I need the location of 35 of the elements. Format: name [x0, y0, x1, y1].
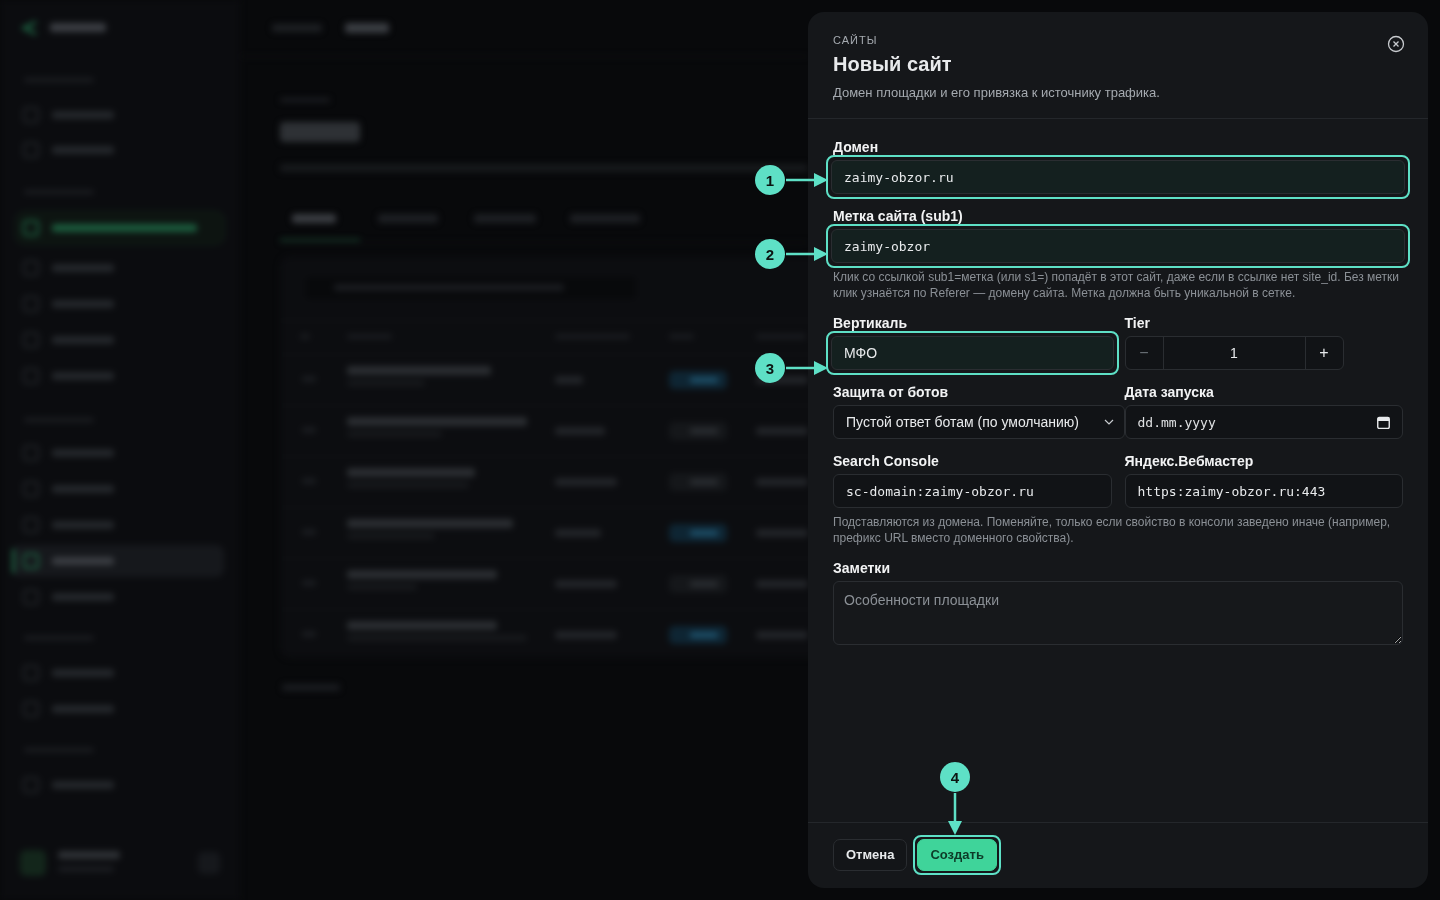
field-label: Защита от ботов [833, 384, 949, 400]
create-button[interactable]: Создать [917, 838, 997, 871]
dialog-title: Новый сайт [833, 53, 952, 76]
hint-text: Подставляются из домена. Поменяйте, только если свойство в консоли заведено иначе (например, префикс URL вместо доменного свойства). [833, 514, 1392, 546]
dropdown-value: Пустой ответ ботам (по умолчанию) [846, 414, 1080, 430]
field-label: Заметки [833, 560, 890, 576]
callout-number: 1 [755, 165, 785, 195]
stepper-value: 1 [1229, 344, 1239, 363]
close-button[interactable] [1386, 34, 1406, 54]
input-field[interactable]: https:zaimy-obzor.ru:443 [1124, 474, 1403, 508]
dialog-subtitle: Домен площадки и его привязка к источнику трафика. [833, 85, 1160, 100]
calendar-icon [1377, 415, 1390, 429]
date-field[interactable]: dd.mm.yyyy [1124, 405, 1403, 439]
field-label: Домен [833, 139, 879, 155]
date-placeholder: dd.mm.yyyy [1137, 414, 1216, 430]
field-label: Search Console [833, 453, 939, 469]
dialog-kicker: САЙТЫ [833, 34, 878, 46]
field-label: Яндекс.Вебмастер [1124, 453, 1254, 469]
chevron-icon [1104, 419, 1114, 425]
increment-button[interactable]: + [1304, 337, 1343, 369]
hint-text: Клик со ссылкой sub1=метка (или s1=) попадёт в этот сайт, даже если в ссылке нет site_id. Без метки клик узнаётся по Referer — домену сайта. Метка должна быть уникальной в сетке. [833, 269, 1401, 301]
decrement-button[interactable]: − [1125, 337, 1164, 369]
field-label: Дата запуска [1124, 384, 1214, 400]
field-label: Вертикаль [833, 315, 908, 331]
input-field[interactable]: zaimy-obzor [831, 229, 1405, 263]
callout-number: 2 [755, 239, 785, 269]
input-field[interactable]: sc-domain:zaimy-obzor.ru [833, 474, 1112, 508]
input-field[interactable]: МФО [831, 336, 1114, 370]
notes-field[interactable]: Особенности площадки [833, 581, 1403, 645]
field-label: Tier [1124, 315, 1150, 331]
dropdown-field[interactable]: Пустой ответ ботам (по умолчанию) [833, 405, 1125, 439]
number-stepper[interactable]: − 1 + [1124, 336, 1344, 370]
cancel-button[interactable]: Отмена [833, 838, 908, 871]
input-field[interactable]: zaimy-obzor.ru [831, 160, 1405, 194]
field-label: Метка сайта (sub1) [833, 208, 963, 224]
